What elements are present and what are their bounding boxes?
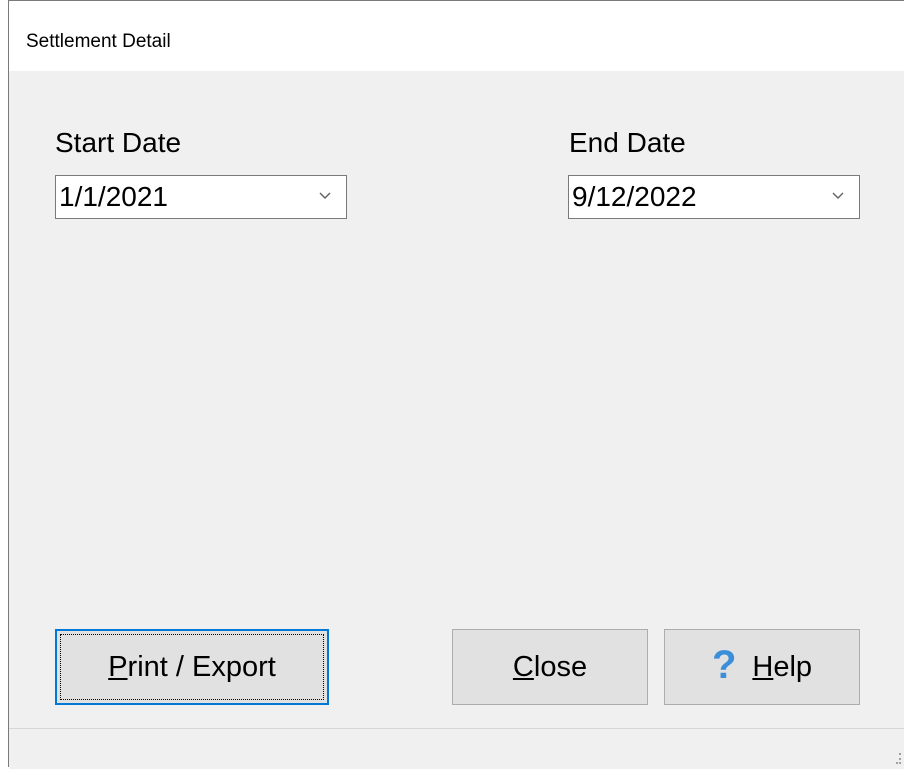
chevron-down-icon[interactable]	[831, 190, 845, 202]
resize-grip-icon[interactable]	[896, 751, 902, 765]
help-button[interactable]: ? Help	[664, 629, 860, 705]
close-label-rest: lose	[533, 650, 588, 683]
status-bar	[9, 728, 904, 769]
end-date-label: End Date	[569, 127, 686, 158]
end-date-value: 9/12/2022	[572, 181, 697, 212]
close-label: Close	[513, 651, 587, 684]
chevron-down-icon[interactable]	[318, 190, 332, 202]
end-date-picker[interactable]: 9/12/2022	[568, 175, 860, 219]
print-export-button[interactable]: Print / Export	[55, 629, 329, 705]
title-bar[interactable]: Settlement Detail	[9, 1, 904, 71]
start-date-value: 1/1/2021	[59, 181, 168, 212]
settlement-detail-dialog: Settlement Detail Start Date 1/1/2021 En…	[8, 0, 904, 769]
print-export-label-rest: rint / Export	[127, 650, 276, 683]
help-mnemonic: H	[752, 650, 774, 683]
start-date-picker[interactable]: 1/1/2021	[55, 175, 347, 219]
print-export-mnemonic: P	[108, 650, 128, 683]
start-date-label: Start Date	[55, 127, 182, 158]
close-button[interactable]: Close	[452, 629, 648, 705]
help-label: Help	[752, 651, 812, 684]
close-mnemonic: C	[512, 650, 534, 683]
window-title: Settlement Detail	[26, 31, 171, 52]
print-export-label: Print / Export	[108, 651, 276, 684]
question-mark-icon: ?	[711, 642, 737, 687]
help-label-rest: elp	[773, 650, 813, 683]
